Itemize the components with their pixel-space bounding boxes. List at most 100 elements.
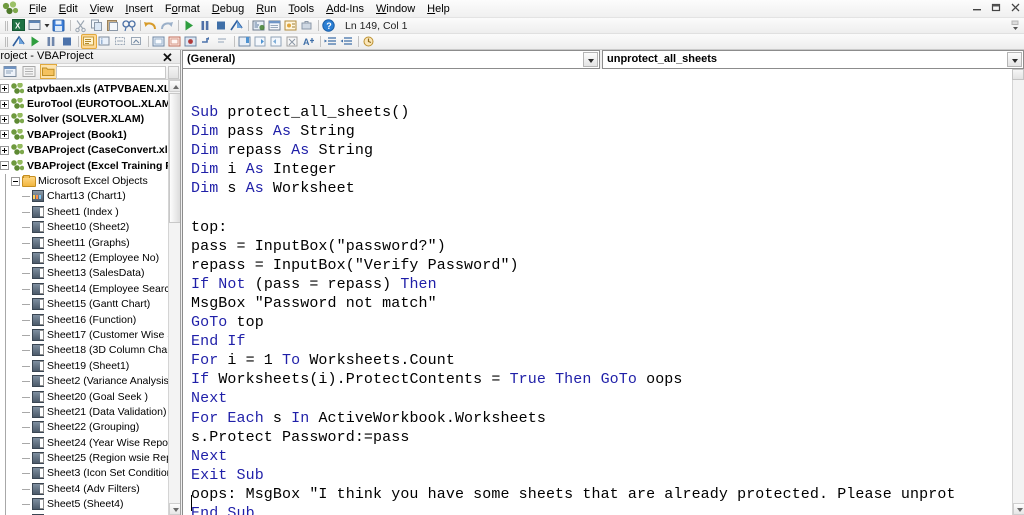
previous-bookmark-icon[interactable] — [269, 34, 285, 49]
quick-info-icon[interactable]: i — [97, 34, 113, 49]
minimize-button[interactable] — [971, 1, 984, 14]
scroll-thumb[interactable] — [169, 93, 180, 223]
expand-node-icon[interactable] — [0, 145, 9, 155]
procedure-dropdown[interactable]: unprotect_all_sheets — [602, 50, 1024, 69]
project-explorer-toolbar-overflow[interactable] — [168, 66, 179, 79]
indent-less-icon[interactable] — [339, 34, 355, 49]
project-tree[interactable]: atpvbaen.xls (ATPVBAEN.XLAM) EuroTool (EU… — [0, 80, 180, 515]
restore-button[interactable] — [990, 1, 1003, 14]
outdent-icon[interactable] — [167, 34, 183, 49]
project-tree-item[interactable]: Sheet2 (Variance Analysis) — [0, 373, 180, 391]
scroll-down-button[interactable] — [1013, 503, 1024, 515]
project-tree-item[interactable]: Sheet5 (Sheet4) — [0, 497, 180, 514]
undo-icon[interactable] — [143, 18, 159, 33]
design-mode-icon[interactable] — [11, 34, 27, 49]
object-dropdown[interactable]: (General) — [182, 50, 600, 69]
code-text-area[interactable]: Sub protect_all_sheets() Dim pass As Stri… — [182, 69, 1024, 515]
font-size-icon[interactable]: A — [301, 34, 317, 49]
project-tree-item[interactable]: Sheet18 (3D Column Chart) — [0, 343, 180, 360]
project-tree-item[interactable]: Sheet17 (Customer Wise Sales Report — [0, 327, 180, 344]
project-explorer-titlebar[interactable]: Project - VBAProject ✕ — [0, 50, 180, 64]
split-window-handle[interactable] — [1012, 69, 1024, 80]
parameter-info-icon[interactable] — [113, 34, 129, 49]
menu-window[interactable]: Window — [370, 1, 421, 17]
menu-add-ins[interactable]: Add-Ins — [320, 1, 370, 17]
insert-dropdown-icon[interactable] — [43, 18, 51, 33]
project-tree-item[interactable]: VBAProject (Book1) — [0, 127, 180, 142]
toggle-folders-icon[interactable] — [40, 64, 57, 79]
menu-run[interactable]: Run — [250, 1, 282, 17]
complete-word-icon[interactable] — [129, 34, 145, 49]
collapse-node-icon[interactable] — [11, 176, 20, 186]
insert-userform-icon[interactable] — [27, 18, 43, 33]
collapse-node-icon[interactable] — [0, 161, 9, 171]
expand-node-icon[interactable] — [0, 130, 9, 140]
reset-icon[interactable] — [213, 18, 229, 33]
project-tree-item[interactable]: Microsoft Excel Objects — [0, 173, 180, 191]
view-excel-icon[interactable]: X — [11, 18, 27, 33]
project-tree-item[interactable]: Chart13 (Chart1) — [0, 189, 180, 206]
project-tree-item[interactable]: EuroTool (EUROTOOL.XLAM) — [0, 96, 180, 111]
expand-node-icon[interactable] — [0, 99, 9, 109]
scroll-up-button[interactable] — [169, 80, 180, 92]
project-tree-item[interactable]: Sheet1 (Index ) — [0, 204, 180, 221]
menu-view[interactable]: View — [84, 1, 120, 17]
menu-debug[interactable]: Debug — [206, 1, 250, 17]
project-tree-item[interactable]: Solver (SOLVER.XLAM) — [0, 112, 180, 127]
project-tree-item[interactable]: Sheet20 (Goal Seek ) — [0, 389, 180, 406]
view-code-icon[interactable] — [2, 64, 19, 79]
project-tree-item[interactable]: Sheet16 (Function) — [0, 312, 180, 329]
clear-bookmarks-icon[interactable] — [285, 34, 301, 49]
toggle-breakpoint-icon[interactable] — [183, 34, 199, 49]
bookmark-toggle-icon[interactable] — [237, 34, 253, 49]
menu-edit[interactable]: Edit — [53, 1, 84, 17]
close-icon[interactable]: ✕ — [161, 51, 174, 65]
project-tree-item[interactable]: VBAProject (Excel Training File.xlsm) — [0, 158, 180, 173]
next-bookmark-icon[interactable] — [253, 34, 269, 49]
run-icon[interactable] — [27, 34, 43, 49]
project-tree-item[interactable]: Sheet10 (Sheet2) — [0, 220, 180, 237]
help-icon[interactable]: ? — [321, 18, 337, 33]
expand-node-icon[interactable] — [0, 114, 9, 124]
paste-icon[interactable] — [105, 18, 121, 33]
project-tree-item[interactable]: Sheet3 (Icon Set Conditional Formattin — [0, 466, 180, 483]
view-object-icon[interactable] — [21, 64, 38, 79]
reset-icon[interactable] — [59, 34, 75, 49]
uncomment-block-icon[interactable] — [215, 34, 231, 49]
project-tree-item[interactable]: Sheet13 (SalesData) — [0, 266, 180, 283]
project-tree-item[interactable]: Sheet15 (Gantt Chart) — [0, 296, 180, 314]
object-browser-icon[interactable] — [283, 18, 299, 33]
break-icon[interactable] — [197, 18, 213, 33]
project-explorer-icon[interactable] — [251, 18, 267, 33]
menu-format[interactable]: Format — [159, 1, 206, 17]
project-tree-item[interactable]: Sheet24 (Year Wise Report) — [0, 435, 180, 452]
toolbar-overflow-icon[interactable] — [1011, 19, 1020, 33]
project-tree-item[interactable]: Sheet14 (Employee Search Form ) — [0, 281, 180, 298]
copy-icon[interactable] — [89, 18, 105, 33]
menu-insert[interactable]: Insert — [119, 1, 159, 17]
code-vertical-scrollbar[interactable] — [1012, 69, 1024, 515]
project-tree-item[interactable]: Sheet12 (Employee No) — [0, 250, 180, 267]
indent-icon[interactable] — [151, 34, 167, 49]
vba-source-code[interactable]: Sub protect_all_sheets() Dim pass As Stri… — [191, 103, 956, 515]
menu-file[interactable]: File — [23, 1, 53, 17]
list-properties-icon[interactable] — [81, 34, 97, 49]
redo-icon[interactable] — [159, 18, 175, 33]
close-button[interactable] — [1009, 1, 1022, 14]
project-tree-item[interactable]: Sheet22 (Grouping) — [0, 420, 180, 437]
project-tree-item[interactable]: VBAProject (CaseConvert.xla) — [0, 143, 180, 158]
project-tree-item[interactable]: Sheet4 (Adv Filters) — [0, 481, 180, 498]
project-tree-scrollbar[interactable] — [168, 80, 180, 515]
comment-block-icon[interactable] — [199, 34, 215, 49]
project-tree-item[interactable]: Sheet21 (Data Validation) — [0, 404, 180, 421]
toolbar-grip[interactable] — [4, 36, 9, 48]
toolbox-icon[interactable] — [299, 18, 315, 33]
cut-icon[interactable] — [73, 18, 89, 33]
watch-icon[interactable] — [361, 34, 377, 49]
project-tree-item[interactable]: atpvbaen.xls (ATPVBAEN.XLAM) — [0, 81, 180, 96]
toolbar-grip[interactable] — [4, 20, 9, 32]
menu-tools[interactable]: Tools — [282, 1, 320, 17]
break-icon[interactable] — [43, 34, 59, 49]
project-tree-item[interactable]: Sheet11 (Graphs) — [0, 235, 180, 252]
expand-node-icon[interactable] — [0, 84, 9, 94]
